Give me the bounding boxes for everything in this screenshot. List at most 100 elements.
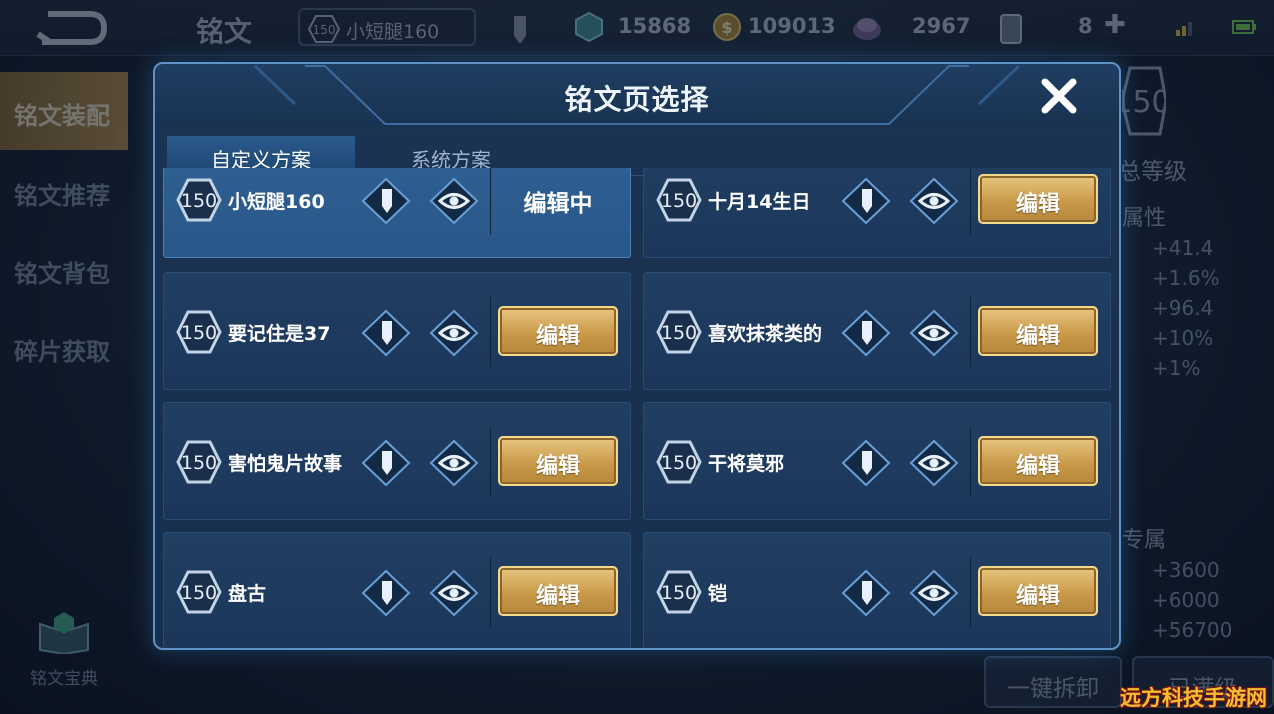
book-icon <box>39 612 89 656</box>
rename-pencil-icon[interactable] <box>840 308 892 358</box>
attribute-value: +1% <box>1152 356 1201 380</box>
edit-button[interactable]: 编辑 <box>978 306 1098 356</box>
svg-text:150: 150 <box>661 582 697 604</box>
stats-panel: 150 总等级 属性 +41.4 +1.6% +96.4 +10% +1% 专属… <box>1118 62 1274 714</box>
current-page-name: 小短腿160 <box>346 21 440 43</box>
preview-eye-icon[interactable] <box>908 438 960 488</box>
attribute-value: +1.6% <box>1152 266 1220 290</box>
page-select-dialog: 铭文页选择 自定义方案 系统方案 150 小短腿160 编辑中 150 十月14… <box>153 62 1121 650</box>
exclusive-value: +56700 <box>1152 618 1233 642</box>
battery-icon <box>1232 20 1256 34</box>
attribute-value: +10% <box>1152 326 1214 350</box>
inscription-card-icon <box>1000 14 1022 44</box>
page-title: 铭文 <box>196 15 253 48</box>
level-badge-icon: 150 <box>1120 66 1166 136</box>
inscription-page-card[interactable]: 150 喜欢抹茶类的 编辑 <box>643 272 1111 390</box>
rename-pencil-icon[interactable] <box>360 176 412 226</box>
preview-eye-icon[interactable] <box>428 568 480 618</box>
level-badge-icon: 150 <box>176 178 222 222</box>
svg-text:150: 150 <box>181 190 217 212</box>
card-divider <box>490 168 491 235</box>
svg-text:150: 150 <box>181 452 217 474</box>
edit-button[interactable]: 编辑 <box>978 566 1098 616</box>
card-divider <box>970 297 971 367</box>
preview-eye-icon[interactable] <box>908 568 960 618</box>
level-badge-icon: 150 <box>308 15 340 43</box>
svg-text:150: 150 <box>1120 85 1166 120</box>
gold-coin-icon: $ <box>713 13 741 41</box>
svg-text:150: 150 <box>181 322 217 344</box>
rename-pencil-icon[interactable] <box>840 568 892 618</box>
close-icon[interactable] <box>1039 76 1079 116</box>
shard-crystal-icon <box>575 12 603 42</box>
inscription-page-card[interactable]: 150 害怕鬼片故事 编辑 <box>163 402 631 520</box>
exclusive-value: +3600 <box>1152 558 1220 582</box>
exclusive-label: 专属 <box>1122 528 1167 553</box>
rename-pencil-icon[interactable] <box>360 438 412 488</box>
page-grid: 150 小短腿160 编辑中 150 十月14生日 编辑 150 要记住是37 … <box>163 168 1113 648</box>
page-name: 干将莫邪 <box>708 453 785 475</box>
watermark: 远方科技手游网 <box>1120 686 1267 710</box>
inscription-page-card[interactable]: 150 干将莫邪 编辑 <box>643 402 1111 520</box>
gem-pile-icon <box>853 18 881 40</box>
page-name: 喜欢抹茶类的 <box>708 323 823 345</box>
inscription-page-card[interactable]: 150 盘古 编辑 <box>163 532 631 648</box>
edit-button[interactable]: 编辑 <box>978 436 1098 486</box>
edit-button[interactable]: 编辑 <box>978 174 1098 224</box>
level-badge-icon: 150 <box>656 310 702 354</box>
inscription-page-card[interactable]: 150 要记住是37 编辑 <box>163 272 631 390</box>
edit-button[interactable]: 编辑 <box>498 306 618 356</box>
svg-text:$: $ <box>721 18 732 37</box>
preview-eye-icon[interactable] <box>908 176 960 226</box>
page-name: 小短腿160 <box>228 191 325 213</box>
level-badge-icon: 150 <box>176 310 222 354</box>
preview-eye-icon[interactable] <box>908 308 960 358</box>
rename-pencil-icon[interactable] <box>360 568 412 618</box>
screen: 铭文 150 小短腿160 15868 $ 109013 2967 8 ✚ 铭文… <box>0 0 1274 714</box>
codex-button[interactable]: 铭文宝典 <box>24 610 104 689</box>
signal-icon <box>1176 22 1192 36</box>
page-name: 害怕鬼片故事 <box>228 453 343 475</box>
edit-button[interactable]: 编辑 <box>498 436 618 486</box>
rename-pencil-icon[interactable] <box>840 438 892 488</box>
svg-text:150: 150 <box>661 322 697 344</box>
preview-eye-icon[interactable] <box>428 438 480 488</box>
edit-button[interactable]: 编辑 <box>498 566 618 616</box>
card-divider <box>970 168 971 235</box>
top-bar: 铭文 150 小短腿160 15868 $ 109013 2967 8 ✚ <box>0 0 1274 56</box>
current-page-selector[interactable]: 150 小短腿160 <box>298 8 476 46</box>
sidebar-item-fragments[interactable]: 碎片获取 <box>0 308 128 386</box>
level-badge-icon: 150 <box>656 570 702 614</box>
total-level-label: 总等级 <box>1118 159 1187 185</box>
preview-eye-icon[interactable] <box>428 176 480 226</box>
level-badge-icon: 150 <box>656 178 702 222</box>
exclusive-list: +3600 +6000 +56700 <box>1152 558 1232 648</box>
sidebar-item-equip[interactable]: 铭文装配 <box>0 72 128 150</box>
add-icon[interactable]: ✚ <box>1104 10 1126 40</box>
svg-text:150: 150 <box>181 582 217 604</box>
preview-eye-icon[interactable] <box>428 308 480 358</box>
dialog-title: 铭文页选择 <box>564 83 710 116</box>
card-divider <box>970 557 971 627</box>
attribute-value: +96.4 <box>1152 296 1214 320</box>
inscription-page-card[interactable]: 150 小短腿160 编辑中 <box>163 168 631 258</box>
card-divider <box>490 297 491 367</box>
svg-text:150: 150 <box>313 23 336 37</box>
page-name: 盘古 <box>228 583 267 605</box>
sidebar-item-recommend[interactable]: 铭文推荐 <box>0 152 128 230</box>
svg-text:150: 150 <box>661 190 697 212</box>
page-name: 铠 <box>708 583 728 605</box>
rename-pencil-icon[interactable] <box>360 308 412 358</box>
unload-all-button[interactable]: 一键拆卸 <box>984 656 1122 708</box>
level-badge-icon: 150 <box>176 440 222 484</box>
back-button[interactable] <box>28 10 112 46</box>
rename-pencil-icon[interactable] <box>840 176 892 226</box>
card-divider <box>490 427 491 497</box>
svg-text:150: 150 <box>661 452 697 474</box>
dialog-header: 铭文页选择 <box>155 64 1119 128</box>
inscription-page-card[interactable]: 150 铠 编辑 <box>643 532 1111 648</box>
pencil-icon[interactable] <box>508 12 532 46</box>
inscription-page-card[interactable]: 150 十月14生日 编辑 <box>643 168 1111 258</box>
sidebar-item-bag[interactable]: 铭文背包 <box>0 230 128 308</box>
exclusive-value: +6000 <box>1152 588 1220 612</box>
